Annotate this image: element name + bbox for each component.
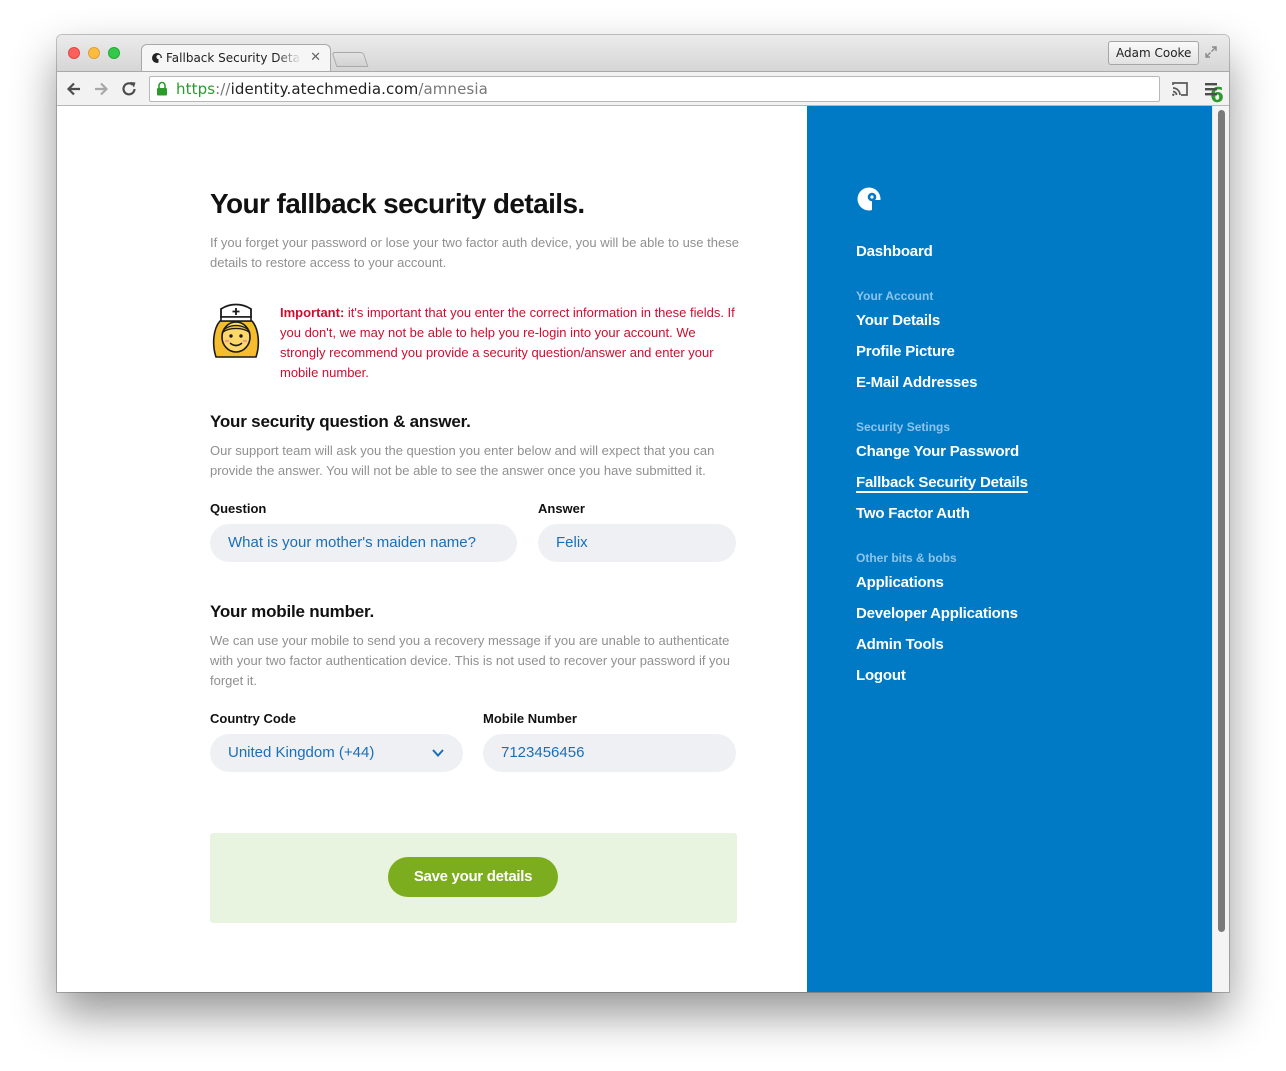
country-code-value: United Kingdom (+44) xyxy=(228,744,375,761)
page-title: Your fallback security details. xyxy=(210,188,585,219)
brand-logo-icon[interactable] xyxy=(856,186,882,212)
security-question-description: Our support team will ask you the questi… xyxy=(210,443,715,478)
profile-button[interactable]: Adam Cooke xyxy=(1108,41,1200,65)
sidebar-group-security: Security Setings xyxy=(856,420,951,434)
intro-text: If you forget your password or lose your… xyxy=(210,235,739,270)
save-button[interactable]: Save your details xyxy=(388,857,558,897)
security-question-heading: Your security question & answer. xyxy=(210,412,471,431)
cast-icon[interactable] xyxy=(1170,79,1190,99)
minimize-window-button[interactable] xyxy=(88,47,100,59)
navigation-bar: https://identity.atechmedia.com/amnesia … xyxy=(57,71,1229,107)
save-panel: Save your details xyxy=(210,833,737,923)
important-notice: Important: it's important that you enter… xyxy=(280,303,740,383)
address-bar[interactable]: https://identity.atechmedia.com/amnesia … xyxy=(149,76,1224,107)
forward-icon[interactable] xyxy=(91,79,111,99)
sidebar-item-applications[interactable]: Applications xyxy=(856,574,944,591)
important-label: Important: xyxy=(280,305,345,320)
reload-icon[interactable] xyxy=(119,79,139,99)
mobile-number-heading: Your mobile number. xyxy=(210,602,375,621)
question-input[interactable]: What is your mother's maiden name? xyxy=(210,524,517,562)
mobile-number-label: Mobile Number xyxy=(483,711,577,726)
country-code-label: Country Code xyxy=(210,711,296,726)
fullscreen-icon[interactable] xyxy=(1204,45,1218,59)
sidebar-group-other: Other bits & bobs xyxy=(856,551,957,565)
zoom-window-button[interactable] xyxy=(108,47,120,59)
sidebar-item-your-details[interactable]: Your Details xyxy=(856,312,940,329)
lock-icon xyxy=(157,81,167,96)
answer-label: Answer xyxy=(538,501,585,516)
sidebar-item-logout[interactable]: Logout xyxy=(856,667,906,684)
close-window-button[interactable] xyxy=(68,47,80,59)
country-code-select[interactable]: United Kingdom (+44) xyxy=(210,734,463,772)
tab-close-icon[interactable]: ✕ xyxy=(310,49,321,65)
sidebar-item-developer-applications[interactable]: Developer Applications xyxy=(856,605,1018,622)
browser-window: Fallback Security Details - aTech Identi… xyxy=(57,35,1229,992)
sidebar-item-change-password[interactable]: Change Your Password xyxy=(856,443,1019,460)
question-label: Question xyxy=(210,501,267,516)
mobile-number-description: We can use your mobile to send you a rec… xyxy=(210,633,731,688)
answer-input[interactable]: Felix xyxy=(538,524,736,562)
chevron-down-icon xyxy=(432,749,444,757)
back-icon[interactable] xyxy=(64,79,84,99)
new-tab-button[interactable] xyxy=(331,52,369,67)
sidebar: Dashboard Your Account Your Details Prof… xyxy=(807,106,1212,992)
mobile-number-input[interactable]: 7123456456 xyxy=(483,734,736,772)
tab-favicon-icon xyxy=(152,53,163,64)
tab-title: Fallback Security Details - aTech Identi… xyxy=(166,51,301,65)
sidebar-item-profile-picture[interactable]: Profile Picture xyxy=(856,343,955,360)
sidebar-item-fallback-security-details[interactable]: Fallback Security Details xyxy=(856,474,1028,491)
browser-tab[interactable]: Fallback Security Details - aTech Identi… xyxy=(141,44,331,71)
nurse-icon xyxy=(212,303,260,358)
important-text: it's important that you enter the correc… xyxy=(280,305,735,380)
sidebar-group-your-account: Your Account xyxy=(856,289,934,303)
scrollbar[interactable] xyxy=(1212,106,1229,992)
page-viewport: Your fallback security details. If you f… xyxy=(57,106,1229,992)
url-text: https://identity.atechmedia.com/amnesia xyxy=(176,80,488,98)
title-bar: Fallback Security Details - aTech Identi… xyxy=(57,35,1229,71)
sidebar-item-email-addresses[interactable]: E-Mail Addresses xyxy=(856,374,977,391)
scrollbar-thumb[interactable] xyxy=(1218,110,1225,932)
menu-icon[interactable] xyxy=(1201,79,1221,99)
sidebar-item-two-factor-auth[interactable]: Two Factor Auth xyxy=(856,505,970,522)
sidebar-item-admin-tools[interactable]: Admin Tools xyxy=(856,636,944,653)
sidebar-item-dashboard[interactable]: Dashboard xyxy=(856,243,933,260)
